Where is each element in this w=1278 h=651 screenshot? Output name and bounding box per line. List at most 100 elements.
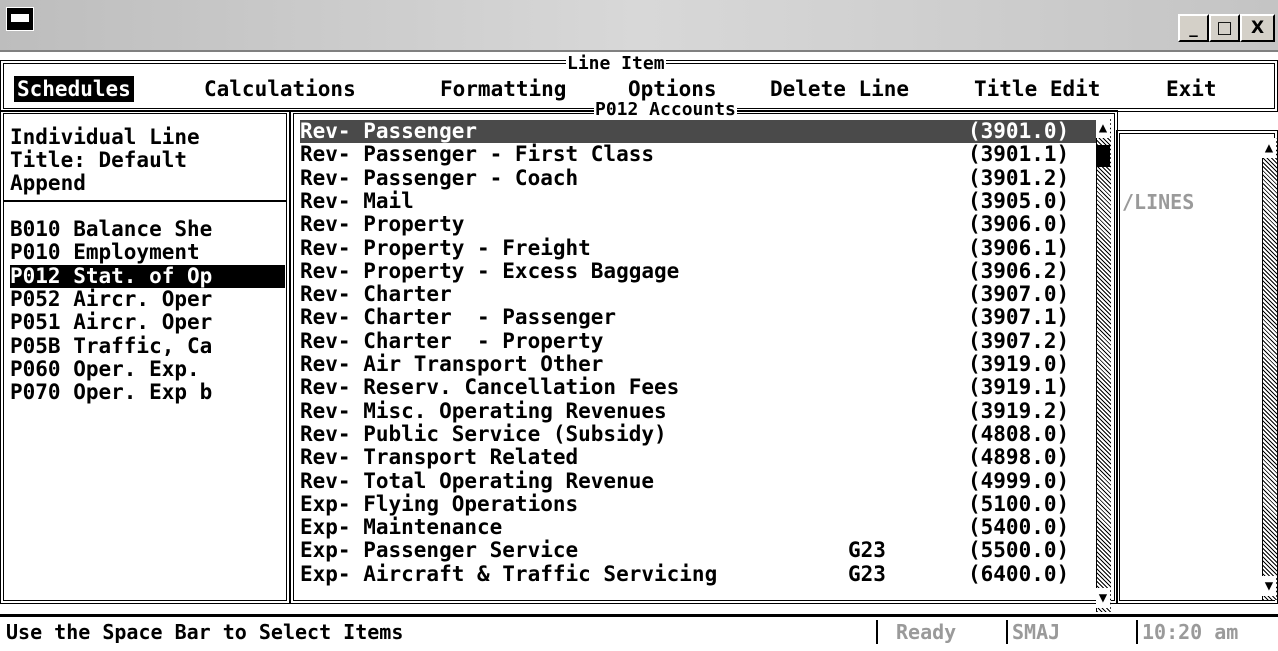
- account-group: G23: [848, 538, 886, 563]
- scroll-down-arrow-icon[interactable]: ▼: [1096, 588, 1110, 608]
- status-divider: [876, 620, 878, 644]
- list-scrollbar[interactable]: [1096, 118, 1111, 612]
- lines-scrollbar[interactable]: [1262, 138, 1277, 600]
- account-description: Rev- Air Transport Other: [300, 352, 604, 376]
- account-description: Rev- Property - Freight: [300, 235, 591, 260]
- menu-exit[interactable]: Exit: [1166, 76, 1217, 102]
- menu-calculations[interactable]: Calculations: [204, 76, 356, 102]
- lines-scroll-up-arrow-icon[interactable]: ▲: [1262, 138, 1276, 158]
- account-row[interactable]: Rev- Public Service (Subsidy) (4808.0): [300, 421, 1096, 446]
- menu-frame-caption: Line Item: [566, 53, 666, 74]
- account-code: (3906.0): [968, 212, 1070, 237]
- status-divider: [1006, 620, 1008, 644]
- app-icon[interactable]: [6, 7, 34, 31]
- account-code: (3907.2): [968, 328, 1070, 353]
- title-bar: [0, 0, 1278, 52]
- minimize-button[interactable]: _: [1178, 14, 1209, 42]
- status-user: SMAJ: [1012, 620, 1061, 644]
- list-scroll-thumb[interactable]: [1096, 145, 1110, 167]
- account-description: Rev- Misc. Operating Revenues: [300, 398, 667, 423]
- account-row[interactable]: Exp- Flying Operations (5100.0): [300, 491, 1096, 516]
- account-row[interactable]: Rev- Transport Related (4898.0): [300, 445, 1096, 470]
- schedule-item[interactable]: P051 Aircr. Oper: [10, 311, 285, 334]
- account-code: (3919.1): [968, 375, 1070, 400]
- account-code: (5100.0): [968, 491, 1070, 516]
- account-description: Rev- Property - Excess Baggage: [300, 258, 680, 283]
- account-row[interactable]: Rev- Passenger - First Class (3901.1): [300, 142, 1096, 167]
- account-description: Rev- Public Service (Subsidy): [300, 421, 667, 446]
- account-code: (3906.1): [968, 235, 1070, 260]
- option-append[interactable]: Append: [10, 172, 285, 195]
- status-hint: Use the Space Bar to Select Items: [6, 620, 404, 644]
- account-row[interactable]: Rev- Property - Excess Baggage (3906.2): [300, 258, 1096, 283]
- account-code: (3905.0): [968, 188, 1070, 213]
- option-title-default[interactable]: Title: Default: [10, 149, 285, 172]
- account-row[interactable]: Exp- Aircraft & Traffic Servicing G23 (640…: [300, 561, 1096, 586]
- account-row[interactable]: Rev- Passenger - Coach (3901.2): [300, 165, 1096, 190]
- account-row[interactable]: Rev- Property - Freight (3906.1): [300, 235, 1096, 260]
- account-description: Rev- Passenger: [300, 119, 478, 143]
- scroll-up-arrow-icon[interactable]: ▲: [1096, 118, 1110, 138]
- account-description: Rev- Charter: [300, 282, 452, 307]
- account-code: (3901.2): [968, 165, 1070, 190]
- accounts-list-caption: P012 Accounts: [594, 99, 737, 120]
- status-divider: [1136, 620, 1138, 644]
- menu-schedules[interactable]: Schedules: [14, 76, 134, 102]
- schedule-item[interactable]: P060 Oper. Exp.: [10, 358, 285, 381]
- left-divider: [4, 200, 286, 202]
- account-description: Rev- Passenger - First Class: [300, 142, 655, 167]
- account-row[interactable]: Rev- Property (3906.0): [300, 212, 1096, 237]
- account-row[interactable]: Rev- Mail (3905.0): [300, 188, 1096, 213]
- maximize-button[interactable]: □: [1209, 14, 1240, 42]
- status-ready: Ready: [896, 620, 957, 644]
- account-row[interactable]: Rev- Charter - Property (3907.2): [300, 328, 1096, 353]
- status-time: 10:20 am: [1142, 620, 1239, 644]
- lines-scroll-down-arrow-icon[interactable]: ▼: [1262, 576, 1276, 596]
- option-individual-line[interactable]: Individual Line: [10, 126, 285, 149]
- account-code: (3919.2): [968, 398, 1070, 423]
- account-code: (6400.0): [968, 561, 1070, 586]
- lines-label: /LINES: [1122, 190, 1195, 214]
- account-description: Rev- Property: [300, 212, 465, 237]
- account-row[interactable]: Rev- Charter (3907.0): [300, 282, 1096, 307]
- account-row[interactable]: Exp- Passenger Service G23 (5500.0): [300, 538, 1096, 563]
- schedule-item[interactable]: P05B Traffic, Ca: [10, 335, 285, 358]
- account-code: (3919.0): [968, 352, 1070, 376]
- account-code: (4999.0): [968, 468, 1070, 493]
- account-row[interactable]: Rev- Reserv. Cancellation Fees (3919.1): [300, 375, 1096, 400]
- menu-delete-line[interactable]: Delete Line: [770, 76, 909, 102]
- menu-title-edit[interactable]: Title Edit: [974, 76, 1100, 102]
- account-description: Rev- Reserv. Cancellation Fees: [300, 375, 680, 400]
- account-description: Rev- Mail: [300, 188, 414, 213]
- account-description: Rev- Charter - Property: [300, 328, 604, 353]
- close-button[interactable]: X: [1240, 14, 1275, 42]
- account-description: Exp- Aircraft & Traffic Servicing: [300, 561, 718, 586]
- account-row[interactable]: Rev- Misc. Operating Revenues (3919.2): [300, 398, 1096, 423]
- schedule-item[interactable]: B010 Balance She: [10, 218, 285, 241]
- account-description: Rev- Transport Related: [300, 445, 579, 470]
- schedule-item[interactable]: P010 Employment: [10, 241, 285, 264]
- account-code: (5400.0): [968, 515, 1070, 540]
- menu-formatting[interactable]: Formatting: [440, 76, 566, 102]
- account-row[interactable]: Rev- Passenger (3901.0): [300, 119, 1096, 143]
- schedule-item[interactable]: P012 Stat. of Op: [10, 264, 285, 288]
- account-description: Exp- Passenger Service: [300, 538, 579, 563]
- account-row[interactable]: Rev- Charter - Passenger (3907.1): [300, 305, 1096, 330]
- account-code: (3907.0): [968, 282, 1070, 307]
- schedule-item[interactable]: P052 Aircr. Oper: [10, 288, 285, 311]
- slash-glyph: /: [1122, 190, 1135, 214]
- schedule-item[interactable]: P070 Oper. Exp b: [10, 381, 285, 404]
- account-row[interactable]: Rev- Air Transport Other (3919.0): [300, 352, 1096, 376]
- account-code: (3901.0): [968, 119, 1070, 143]
- account-description: Exp- Maintenance: [300, 515, 503, 540]
- account-row[interactable]: Rev- Total Operating Revenue (4999.0): [300, 468, 1096, 493]
- account-code: (5500.0): [968, 538, 1070, 563]
- account-code: (4808.0): [968, 421, 1070, 446]
- account-code: (4898.0): [968, 445, 1070, 470]
- account-code: (3907.1): [968, 305, 1070, 330]
- account-code: (3901.1): [968, 142, 1070, 167]
- account-description: Rev- Charter - Passenger: [300, 305, 617, 330]
- account-description: Exp- Flying Operations: [300, 491, 579, 516]
- account-description: Rev- Total Operating Revenue: [300, 468, 655, 493]
- account-row[interactable]: Exp- Maintenance (5400.0): [300, 515, 1096, 540]
